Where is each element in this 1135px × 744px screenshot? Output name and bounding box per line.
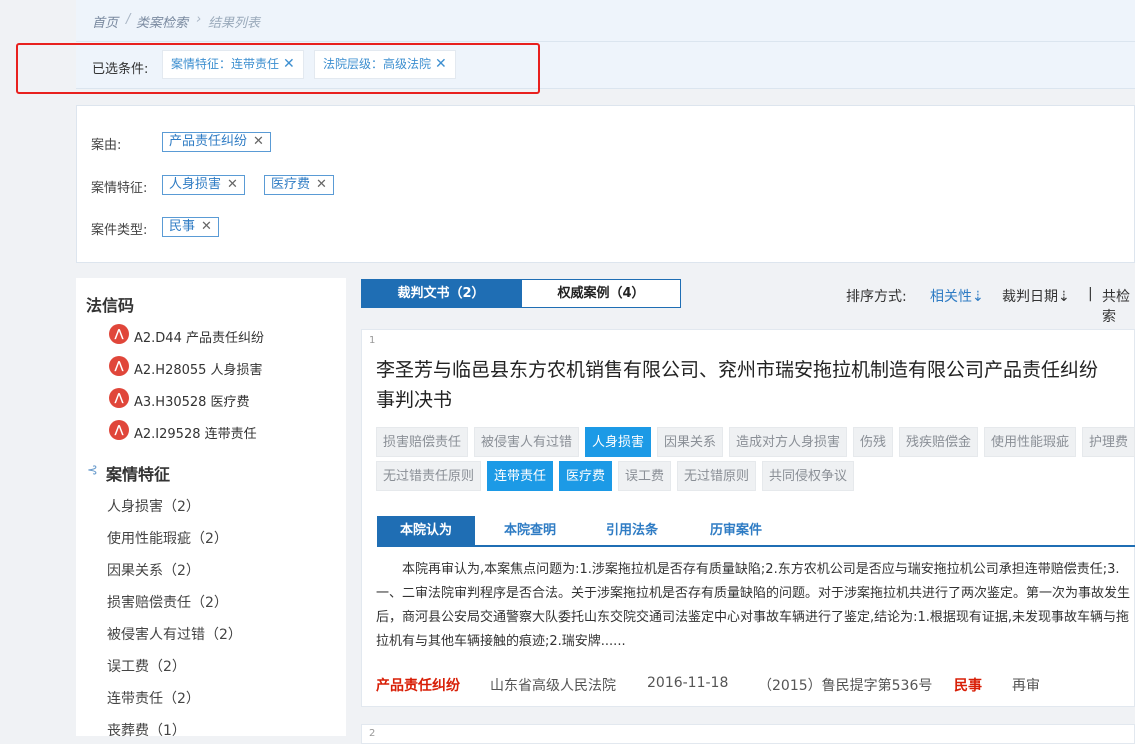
- keyword-tag[interactable]: 护理费: [1082, 427, 1135, 457]
- filter-tag-label: 产品责任纠纷: [169, 134, 248, 149]
- filter-tag[interactable]: 医疗费 ✕: [264, 175, 334, 195]
- feature-item[interactable]: 使用性能瑕疵（2）: [107, 528, 228, 548]
- feature-item[interactable]: 因果关系（2）: [107, 560, 200, 580]
- result-card: [361, 724, 1135, 744]
- tab-judgments[interactable]: 裁判文书（2）: [361, 279, 521, 308]
- sort-separator: |: [1088, 286, 1093, 302]
- keyword-tag[interactable]: 使用性能瑕疵: [984, 427, 1077, 457]
- tree-icon: ⊰: [87, 463, 98, 478]
- keyword-tag[interactable]: 医疗费: [559, 461, 613, 491]
- tab-authority-cases[interactable]: 权威案例（4）: [521, 279, 681, 308]
- breadcrumb-sep: /: [126, 12, 131, 27]
- result-title[interactable]: 李圣芳与临邑县东方农机销售有限公司、兖州市瑞安拖拉机制造有限公司产品责任纠纷 事…: [376, 355, 1135, 417]
- filter-tag[interactable]: 产品责任纠纷 ✕: [162, 132, 271, 152]
- meta-court: 山东省高级人民法院: [490, 678, 616, 694]
- feature-item[interactable]: 被侵害人有过错（2）: [107, 624, 242, 644]
- keyword-tag[interactable]: 无过错责任原则: [376, 461, 482, 491]
- filter-cause-label: 案由:: [91, 138, 122, 153]
- code-item[interactable]: A2.I29528 连带责任: [134, 423, 257, 442]
- close-icon[interactable]: ✕: [253, 134, 264, 149]
- close-icon[interactable]: ✕: [316, 177, 327, 192]
- close-icon[interactable]: ✕: [227, 177, 238, 192]
- feature-item[interactable]: 人身损害（2）: [107, 496, 200, 516]
- keyword-tag[interactable]: 人身损害: [585, 427, 652, 457]
- keyword-tag[interactable]: 误工费: [618, 461, 672, 491]
- sort-label: 排序方式:: [846, 289, 907, 305]
- keyword-tag[interactable]: 造成对方人身损害: [729, 427, 848, 457]
- filter-tag[interactable]: 民事 ✕: [162, 217, 219, 237]
- keyword-tag[interactable]: 被侵害人有过错: [474, 427, 580, 457]
- feature-item[interactable]: 丧葬费（1）: [107, 720, 186, 740]
- close-icon[interactable]: ✕: [201, 219, 212, 234]
- meta-type: 民事: [954, 678, 982, 694]
- breadcrumb-home[interactable]: 首页: [92, 12, 118, 31]
- code-icon: ⋀: [109, 324, 129, 344]
- result-index: 1: [369, 335, 376, 346]
- result-index: 2: [369, 728, 376, 739]
- code-item[interactable]: A2.D44 产品责任纠纷: [134, 327, 264, 346]
- filter-type-label: 案件类型:: [91, 223, 148, 238]
- keyword-tag[interactable]: 伤残: [853, 427, 894, 457]
- filter-tag-label: 医疗费: [271, 177, 311, 192]
- code-item[interactable]: A3.H30528 医疗费: [134, 391, 250, 410]
- feature-item[interactable]: 误工费（2）: [107, 656, 186, 676]
- filter-tag[interactable]: 人身损害 ✕: [162, 175, 245, 195]
- feature-item[interactable]: 连带责任（2）: [107, 688, 200, 708]
- code-icon: ⋀: [109, 388, 129, 408]
- sort-relevance[interactable]: 相关性⇣: [930, 286, 984, 306]
- breadcrumb: 首页 / 类案检索 › 结果列表: [76, 0, 1135, 42]
- keyword-tag[interactable]: 无过错原则: [677, 461, 757, 491]
- meta-procedure: 再审: [1012, 678, 1040, 694]
- code-icon: ⋀: [109, 356, 129, 376]
- subtab-cited-laws[interactable]: 引用法条: [582, 516, 682, 546]
- keyword-tag[interactable]: 损害赔偿责任: [376, 427, 469, 457]
- law-code-title: 法信码: [86, 296, 135, 315]
- highlight-box: [16, 43, 540, 94]
- breadcrumb-search[interactable]: 类案检索: [136, 12, 188, 31]
- breadcrumb-current: 结果列表: [208, 16, 261, 31]
- keyword-tag[interactable]: 连带责任: [487, 461, 554, 491]
- case-feature-title: 案情特征: [106, 465, 171, 484]
- subtab-trial-history[interactable]: 历审案件: [686, 516, 786, 546]
- meta-cause[interactable]: 产品责任纠纷: [376, 675, 460, 695]
- meta-date: 2016-11-18: [647, 675, 729, 691]
- keyword-tag[interactable]: 残疾赔偿金: [899, 427, 979, 457]
- sort-date[interactable]: 裁判日期⇣: [1002, 286, 1070, 306]
- feature-item[interactable]: 损害赔偿责任（2）: [107, 592, 228, 612]
- code-item[interactable]: A2.H28055 人身损害: [134, 359, 263, 378]
- subtab-court-findings[interactable]: 本院查明: [480, 516, 580, 546]
- keyword-tag[interactable]: 共同侵权争议: [762, 461, 855, 491]
- keyword-tag[interactable]: 因果关系: [657, 427, 724, 457]
- subtab-underline: [377, 545, 1135, 547]
- meta-case-no: （2015）鲁民提字第536号: [758, 678, 933, 694]
- code-icon: ⋀: [109, 420, 129, 440]
- breadcrumb-sep: ›: [196, 12, 202, 27]
- filter-tag-label: 民事: [169, 219, 196, 234]
- result-summary: 本院再审认为,本案焦点问题为:1.涉案拖拉机是否存有质量缺陷;2.东方农机公司是…: [376, 562, 1131, 649]
- filter-tag-label: 人身损害: [169, 177, 222, 192]
- filter-feature-label: 案情特征:: [91, 181, 148, 196]
- total-count: 共检索: [1102, 289, 1130, 325]
- subtab-court-opinion[interactable]: 本院认为: [377, 516, 475, 546]
